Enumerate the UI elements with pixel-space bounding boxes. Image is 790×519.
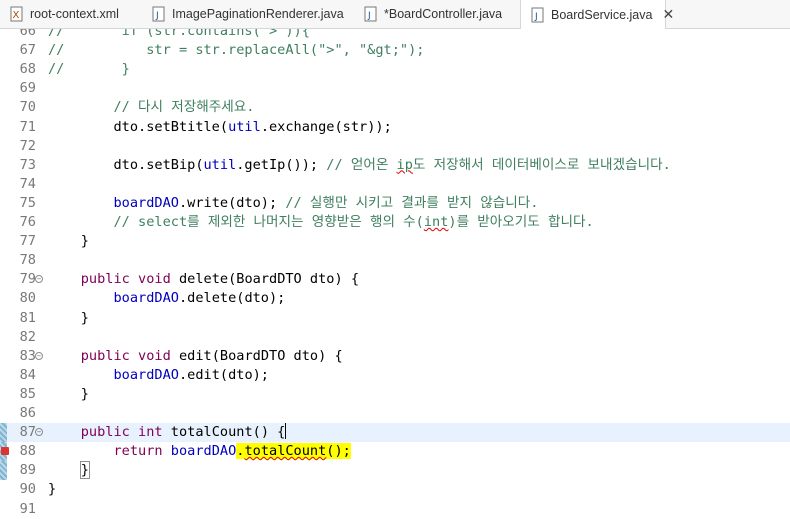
tab-label: *BoardController.java [384, 7, 503, 21]
line-number: 74 [19, 175, 36, 192]
code-line-73[interactable]: 73 dto.setBip(util.getIp()); // 얻어온 ip도 … [0, 156, 790, 175]
code-line-91[interactable]: 91 [0, 500, 790, 519]
code-text[interactable]: boardDAO.edit(dto); [48, 366, 269, 385]
fold-toggle-icon[interactable]: − [35, 275, 43, 284]
code-line-68[interactable]: 68 // } [0, 60, 790, 79]
code-line-86[interactable]: 86 [0, 404, 790, 423]
java-file-icon: J [364, 6, 378, 22]
tab-label: BoardService.java [551, 7, 653, 22]
tab-image-pagination-renderer[interactable]: J ImagePaginationRenderer.java [142, 0, 354, 28]
code-line-67[interactable]: 67 // str = str.replaceAll(">", "&gt;"); [0, 41, 790, 60]
svg-text:J: J [155, 11, 159, 21]
code-line-88[interactable]: 88 return boardDAO.totalCount(); [0, 442, 790, 462]
code-text[interactable]: // select를 제외한 나머지는 영향받은 행의 수(int)를 받아오기… [48, 213, 593, 232]
line-number: 83 [19, 347, 36, 364]
code-line-71[interactable]: 71 dto.setBtitle(util.exchange(str)); [0, 118, 790, 137]
code-line-82[interactable]: 82 [0, 328, 790, 347]
code-line-79[interactable]: 79− public void delete(BoardDTO dto) { [0, 270, 790, 289]
code-line-89[interactable]: 89 } [0, 461, 790, 481]
line-number: 82 [19, 328, 36, 345]
fold-toggle-icon[interactable]: − [35, 351, 43, 360]
code-text[interactable]: public void edit(BoardDTO dto) { [48, 347, 343, 366]
code-line-75[interactable]: 75 boardDAO.write(dto); // 실행만 시키고 결과를 받… [0, 194, 790, 213]
code-text[interactable]: boardDAO.write(dto); // 실행만 시키고 결과를 받지 않… [48, 194, 538, 213]
close-icon[interactable]: ✕ [662, 6, 674, 23]
java-file-icon: J [152, 6, 166, 22]
editor-tab-bar: X root-context.xml J ImagePaginationRend… [0, 0, 790, 29]
line-number: 70 [19, 99, 36, 116]
line-number: 91 [19, 500, 36, 517]
error-icon[interactable] [1, 447, 9, 456]
line-number: 78 [19, 252, 36, 269]
svg-text:J: J [367, 11, 371, 21]
code-line-83[interactable]: 83− public void edit(BoardDTO dto) { [0, 347, 790, 366]
line-number: 69 [19, 80, 36, 97]
line-number: 73 [19, 156, 36, 173]
code-text[interactable]: dto.setBtitle(util.exchange(str)); [48, 118, 391, 137]
tab-label: ImagePaginationRenderer.java [172, 7, 344, 21]
code-text[interactable]: // } [48, 60, 130, 79]
line-number: 79 [19, 271, 36, 288]
line-number: 71 [19, 118, 36, 135]
code-line-77[interactable]: 77 } [0, 232, 790, 251]
java-file-icon: J [531, 7, 545, 23]
line-number: 75 [19, 194, 36, 211]
tab-board-service[interactable]: J BoardService.java ✕ [520, 0, 674, 29]
code-line-69[interactable]: 69 [0, 79, 790, 98]
code-text[interactable]: } [48, 461, 90, 480]
line-number: 89 [19, 462, 36, 479]
code-line-70[interactable]: 70 // 다시 저장해주세요. [0, 98, 790, 117]
code-line-80[interactable]: 80 boardDAO.delete(dto); [0, 289, 790, 308]
svg-text:X: X [13, 10, 20, 21]
code-text[interactable]: dto.setBip(util.getIp()); // 얻어온 ip도 저장해… [48, 156, 670, 175]
line-number: 76 [19, 214, 36, 230]
code-line-78[interactable]: 78 [0, 251, 790, 270]
code-text[interactable]: } [48, 480, 56, 499]
code-line-81[interactable]: 81 } [0, 309, 790, 328]
code-line-85[interactable]: 85 } [0, 385, 790, 404]
code-text[interactable]: public int totalCount() { [48, 423, 287, 442]
code-editor[interactable]: 66 // if (str.contains(">")){ 67 // str = s… [0, 29, 790, 519]
line-number: 72 [19, 137, 36, 154]
code-text[interactable]: public void delete(BoardDTO dto) { [48, 270, 359, 289]
line-number: 86 [19, 405, 36, 421]
xml-file-icon: X [10, 6, 24, 22]
line-number: 81 [19, 309, 36, 326]
line-number: 77 [19, 233, 36, 250]
line-number: 66 [19, 29, 36, 39]
code-text[interactable]: } [48, 309, 89, 328]
code-line-87[interactable]: 87− public int totalCount() { [0, 423, 790, 443]
code-line-66[interactable]: 66 // if (str.contains(">")){ [0, 29, 790, 41]
line-number: 80 [19, 290, 36, 307]
code-text[interactable]: boardDAO.delete(dto); [48, 289, 285, 308]
code-line-76[interactable]: 76 // select를 제외한 나머지는 영향받은 행의 수(int)를 받… [0, 213, 790, 232]
code-line-72[interactable]: 72 [0, 137, 790, 156]
fold-toggle-icon[interactable]: − [35, 428, 43, 437]
code-text[interactable]: // if (str.contains(">")){ [48, 29, 310, 41]
code-line-74[interactable]: 74 [0, 175, 790, 194]
tab-board-controller[interactable]: J *BoardController.java [354, 0, 520, 28]
line-number: 85 [19, 385, 36, 402]
tab-root-context-xml[interactable]: X root-context.xml [0, 0, 142, 28]
code-text[interactable]: } [48, 385, 89, 404]
tab-label: root-context.xml [30, 7, 119, 21]
code-line-90[interactable]: 90} [0, 480, 790, 499]
code-text[interactable]: // str = str.replaceAll(">", "&gt;"); [48, 41, 424, 60]
code-line-84[interactable]: 84 boardDAO.edit(dto); [0, 366, 790, 385]
line-number: 88 [19, 443, 36, 460]
line-number: 87 [19, 424, 36, 441]
code-text[interactable]: } [48, 232, 89, 251]
code-text[interactable]: return boardDAO.totalCount(); [48, 442, 351, 461]
svg-text:J: J [534, 12, 538, 22]
line-number: 68 [19, 61, 36, 78]
change-marker [0, 461, 7, 481]
code-text[interactable]: // 다시 저장해주세요. [48, 98, 254, 117]
line-number: 67 [19, 42, 36, 59]
line-number: 90 [19, 481, 36, 498]
change-marker [0, 423, 7, 443]
line-number: 84 [19, 366, 36, 383]
